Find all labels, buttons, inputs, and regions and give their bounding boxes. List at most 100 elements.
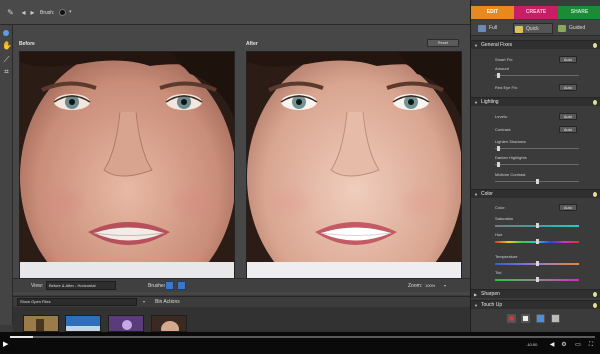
- slider-knob[interactable]: [536, 239, 539, 244]
- after-image: [246, 51, 462, 279]
- view-label: View:: [31, 283, 44, 289]
- mode-quick[interactable]: Quick: [513, 23, 553, 34]
- mode-full-label: Full: [489, 25, 498, 31]
- mode-guided[interactable]: Guided: [557, 23, 597, 34]
- section-title: Sharpen: [481, 291, 500, 297]
- settings-gear-icon[interactable]: ⚙: [560, 341, 568, 349]
- midtone-contrast-label: Midtone Contrast: [495, 172, 526, 177]
- slider-knob[interactable]: [536, 179, 539, 184]
- smart-fix-label: Smart Fix:: [495, 57, 514, 62]
- darken-highlights-label: Darken Highlights: [495, 155, 527, 160]
- tip-bulb-icon[interactable]: [593, 303, 597, 308]
- hue-label: Hue: [495, 232, 503, 237]
- slider-knob[interactable]: [536, 261, 539, 266]
- whiten-teeth-tool-icon[interactable]: [521, 314, 530, 323]
- section-touch-up[interactable]: ▼ Touch Up: [471, 300, 600, 309]
- before-label: Before: [19, 41, 35, 47]
- slider-knob[interactable]: [497, 146, 500, 151]
- midtone-contrast-slider[interactable]: [495, 179, 579, 184]
- section-title: Lighting: [481, 99, 499, 105]
- collapse-arrow-icon: ▼: [474, 303, 478, 308]
- tint-slider[interactable]: [495, 277, 579, 282]
- tip-bulb-icon[interactable]: [593, 100, 597, 105]
- amount-label: Amount: [495, 66, 509, 71]
- tool-preset-icon[interactable]: ✎: [6, 8, 15, 17]
- zoom-dropdown-icon[interactable]: ▾: [444, 283, 446, 288]
- before-image: [19, 51, 235, 279]
- section-general-fixes[interactable]: ▼ General Fixes: [471, 40, 600, 49]
- slider-knob[interactable]: [536, 277, 539, 282]
- brush-plus-icon[interactable]: ▸: [28, 8, 37, 17]
- lighten-shadows-slider[interactable]: [495, 146, 579, 151]
- zoom-label: Zoom:: [408, 283, 423, 289]
- reset-button[interactable]: Reset: [427, 39, 459, 47]
- tip-bulb-icon[interactable]: [593, 43, 597, 48]
- bin-thumbnail[interactable]: [23, 315, 59, 332]
- tab-share[interactable]: SHARE: [558, 6, 600, 19]
- progress-bar[interactable]: [10, 336, 595, 338]
- brush-subtract-icon[interactable]: [177, 281, 186, 290]
- levels-auto-button[interactable]: Auto: [559, 113, 577, 120]
- after-label: After: [246, 41, 258, 47]
- window-icon[interactable]: ▭: [574, 341, 582, 349]
- tab-create[interactable]: CREATE: [514, 6, 558, 19]
- brush-preview[interactable]: [59, 9, 66, 16]
- tip-bulb-icon[interactable]: [593, 292, 597, 297]
- editor-app: ✎ ◂ ▸ Brush: ▾ ✋ ⟋ ⌗ Before After Reset: [0, 0, 600, 354]
- collapse-arrow-icon: ▼: [474, 100, 478, 105]
- quick-selection-icon[interactable]: ⟋: [2, 55, 11, 64]
- color-auto-button[interactable]: Auto: [559, 204, 577, 211]
- slider-knob[interactable]: [497, 73, 500, 78]
- section-sharpen[interactable]: ▶ Sharpen: [471, 289, 600, 298]
- project-bin-bar: Show Open Files ▾ Bin Actions: [13, 296, 470, 307]
- bin-actions-menu[interactable]: Bin Actions: [155, 299, 180, 305]
- contrast-auto-button[interactable]: Auto: [559, 126, 577, 133]
- volume-icon[interactable]: ◀: [548, 341, 556, 349]
- fullscreen-icon[interactable]: ⛶: [587, 341, 595, 349]
- bin-thumbnail[interactable]: [108, 315, 144, 332]
- expand-arrow-icon: ▶: [474, 292, 478, 297]
- zoom-tool-icon[interactable]: [2, 29, 11, 38]
- red-eye-tool-icon[interactable]: [507, 314, 516, 323]
- show-files-select[interactable]: Show Open Files: [17, 298, 137, 306]
- crop-tool-icon[interactable]: ⌗: [2, 67, 11, 76]
- hue-slider[interactable]: [495, 239, 579, 244]
- brush-label: Brush:: [40, 10, 55, 16]
- slider-knob[interactable]: [536, 223, 539, 228]
- amount-slider[interactable]: [495, 73, 579, 78]
- project-bin: [13, 307, 470, 332]
- progress-fill: [10, 336, 34, 338]
- tip-bulb-icon[interactable]: [593, 192, 597, 197]
- section-lighting[interactable]: ▼ Lighting: [471, 97, 600, 106]
- blue-skies-tool-icon[interactable]: [536, 314, 545, 323]
- tint-label: Tint: [495, 270, 502, 275]
- mode-full[interactable]: Full: [477, 23, 511, 34]
- section-title: General Fixes: [481, 42, 513, 48]
- play-icon[interactable]: ▶: [3, 341, 10, 349]
- temperature-slider[interactable]: [495, 261, 579, 266]
- adjustments-panel: EDIT CREATE SHARE Full Quick Guided ▼ Ge…: [470, 0, 600, 332]
- red-eye-auto-button[interactable]: Auto: [559, 84, 577, 91]
- hand-tool-icon[interactable]: ✋: [2, 41, 12, 50]
- mode-quick-label: Quick: [526, 26, 539, 32]
- bin-thumbnail[interactable]: [65, 315, 101, 332]
- brush-add-icon[interactable]: [165, 281, 174, 290]
- tab-edit[interactable]: EDIT: [471, 6, 514, 19]
- brush-dropdown-icon[interactable]: ▾: [69, 9, 72, 15]
- section-color[interactable]: ▼ Color: [471, 189, 600, 198]
- saturation-slider[interactable]: [495, 223, 579, 228]
- black-white-tool-icon[interactable]: [551, 314, 560, 323]
- bin-thumbnail[interactable]: [151, 315, 187, 332]
- quick-fix-icon: [515, 26, 523, 33]
- smart-fix-auto-button[interactable]: Auto: [559, 56, 577, 63]
- slider-knob[interactable]: [497, 162, 500, 167]
- zoom-value[interactable]: 100%: [425, 283, 435, 288]
- darken-highlights-slider[interactable]: [495, 162, 579, 167]
- lighten-shadows-label: Lighten Shadows: [495, 139, 526, 144]
- show-files-dropdown-icon[interactable]: ▾: [143, 299, 145, 304]
- red-eye-label: Red Eye Fix:: [495, 85, 518, 90]
- view-select[interactable]: Before & After - Horizontal: [46, 281, 116, 290]
- brush-minus-icon[interactable]: ◂: [19, 8, 28, 17]
- collapse-arrow-icon: ▼: [474, 43, 478, 48]
- levels-label: Levels:: [495, 114, 508, 119]
